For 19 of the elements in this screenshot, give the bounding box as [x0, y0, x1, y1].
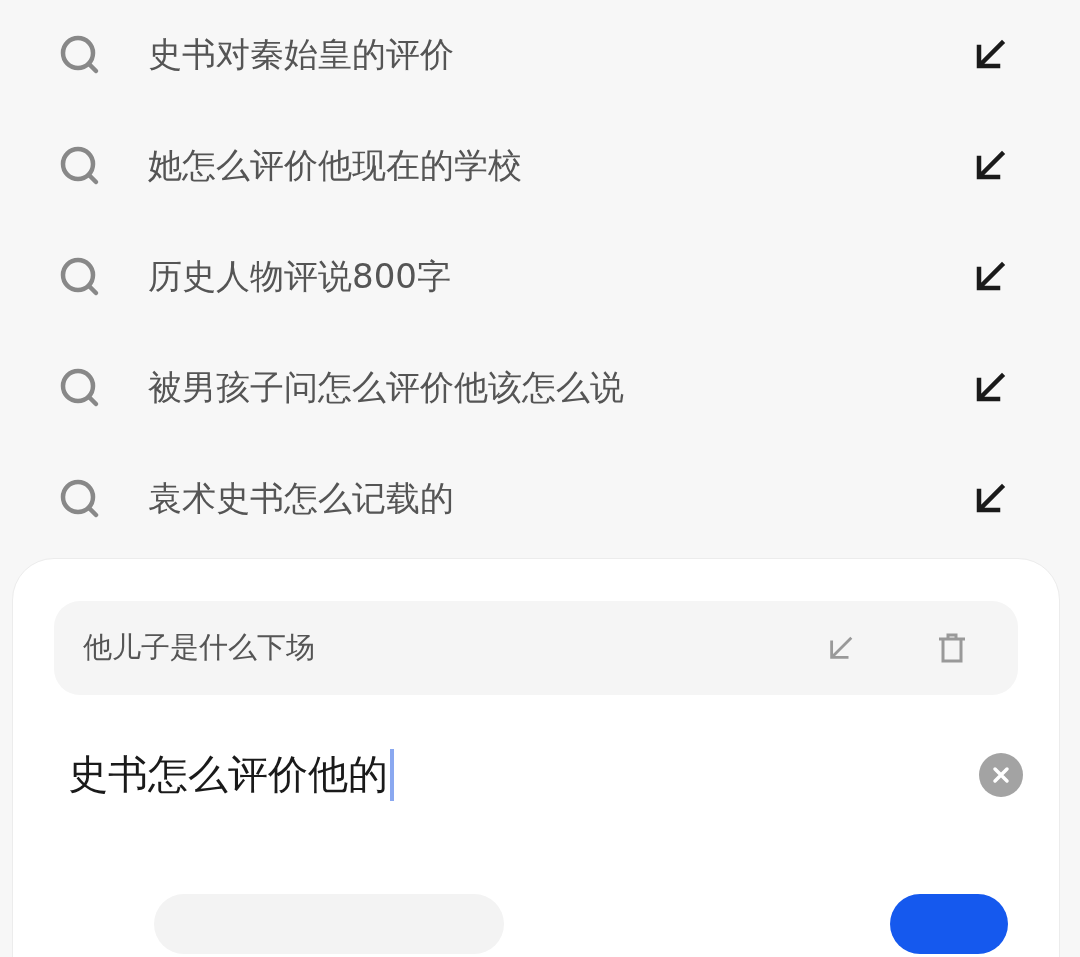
suggestion-item[interactable]: 袁术史书怎么记载的: [0, 443, 1080, 554]
search-icon: [60, 367, 100, 408]
fill-arrow-icon[interactable]: [974, 482, 1006, 515]
delete-icon[interactable]: [936, 632, 968, 664]
search-icon: [60, 256, 100, 297]
suggestion-item[interactable]: 她怎么评价他现在的学校: [0, 110, 1080, 221]
history-item[interactable]: 他儿子是什么下场: [54, 601, 1018, 695]
suggestion-item[interactable]: 历史人物评说800字: [0, 221, 1080, 332]
search-icon: [60, 34, 100, 75]
fill-arrow-icon[interactable]: [974, 149, 1006, 182]
fill-arrow-icon[interactable]: [974, 38, 1006, 71]
fill-arrow-icon[interactable]: [974, 260, 1006, 293]
action-button[interactable]: [890, 894, 1008, 954]
search-icon: [60, 478, 100, 519]
search-icon: [60, 145, 100, 186]
suggestion-item[interactable]: 被男孩子问怎么评价他该怎么说: [0, 332, 1080, 443]
suggestion-item[interactable]: 史书对秦始皇的评价: [0, 0, 1080, 110]
fill-arrow-icon[interactable]: [974, 371, 1006, 404]
search-field[interactable]: 史书怎么评价他的: [68, 747, 979, 802]
